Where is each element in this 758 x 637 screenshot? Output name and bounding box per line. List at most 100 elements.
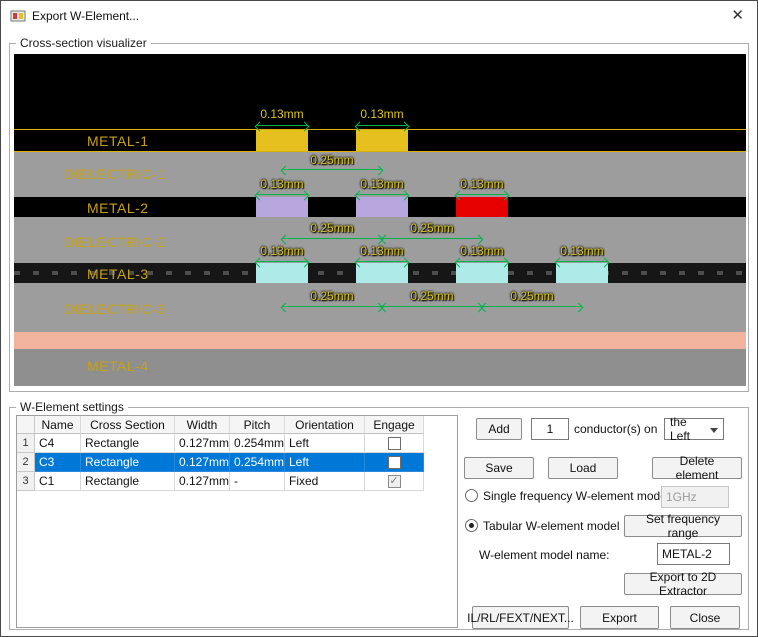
- cell-orientation[interactable]: Fixed: [285, 472, 365, 491]
- column-header-orientation[interactable]: Orientation: [285, 416, 365, 434]
- dimension-label: 0.25mm: [310, 289, 353, 303]
- cell-engage: [365, 434, 424, 453]
- conductor-metal3: [556, 263, 608, 283]
- table-header-row: Name Cross Section Width Pitch Orientati…: [17, 416, 457, 434]
- side-dropdown-value: the Left: [670, 415, 707, 443]
- column-header-engage[interactable]: Engage: [365, 416, 424, 434]
- w-element-settings-group: W-Element settings Name Cross Section Wi…: [9, 407, 749, 630]
- conductors-on-label: conductor(s) on: [574, 422, 657, 436]
- dimension-arrow: [556, 257, 608, 266]
- cell-orientation[interactable]: Left: [285, 453, 365, 472]
- dimension-arrow: [356, 121, 408, 130]
- engage-checkbox-disabled-checked: ✓: [388, 475, 401, 488]
- single-frequency-radio[interactable]: [465, 489, 478, 502]
- dimension-arrow: [256, 121, 308, 130]
- table-row[interactable]: 1 C4 Rectangle 0.127mm 0.254mm Left: [17, 434, 457, 453]
- cell-cross-section[interactable]: Rectangle: [81, 434, 175, 453]
- cell-pitch[interactable]: 0.254mm: [230, 434, 285, 453]
- layer-label-metal-4: METAL-4: [87, 358, 149, 374]
- row-number[interactable]: 2: [17, 453, 35, 472]
- single-frequency-label: Single frequency W-element model: [483, 489, 670, 503]
- export-button[interactable]: Export: [580, 606, 659, 629]
- layer-label-dielectric-2: DIELECTRIC-2: [64, 234, 166, 250]
- chevron-down-icon: [710, 428, 718, 433]
- dimension-arrow: [282, 234, 382, 243]
- engage-checkbox[interactable]: [388, 456, 401, 469]
- w-element-table[interactable]: Name Cross Section Width Pitch Orientati…: [16, 415, 458, 628]
- column-header-name[interactable]: Name: [35, 416, 81, 434]
- cell-cross-section[interactable]: Rectangle: [81, 453, 175, 472]
- add-button[interactable]: Add: [476, 418, 522, 440]
- set-frequency-range-button[interactable]: Set frequency range: [624, 515, 742, 537]
- cell-engage: [365, 453, 424, 472]
- dimension-arrow: [356, 257, 408, 266]
- conductor-count-input[interactable]: [531, 418, 569, 440]
- dimension-arrow: [282, 165, 382, 174]
- frequency-input: [661, 486, 729, 508]
- dimension-arrow: [256, 190, 308, 199]
- model-name-label: W-element model name:: [479, 548, 610, 562]
- tabular-model-radio[interactable]: [465, 519, 478, 532]
- delete-element-button[interactable]: Delete element: [652, 457, 742, 479]
- cross-section-group-label: Cross-section visualizer: [16, 36, 151, 50]
- column-header-cross-section[interactable]: Cross Section: [81, 416, 175, 434]
- engage-checkbox[interactable]: [388, 437, 401, 450]
- cell-cross-section[interactable]: Rectangle: [81, 472, 175, 491]
- dimension-label: 0.25mm: [510, 289, 553, 303]
- layer-label-metal-1: METAL-1: [87, 133, 149, 149]
- dimension-label: 0.13mm: [260, 177, 303, 191]
- layer-label-dielectric-3: DIELECTRIC-3: [64, 301, 166, 317]
- dimension-label: 0.25mm: [410, 289, 453, 303]
- conductor-metal2-highlighted: [456, 197, 508, 217]
- tabular-model-label: Tabular W-element model: [483, 519, 620, 533]
- row-number[interactable]: 1: [17, 434, 35, 453]
- dimension-arrow: [482, 302, 582, 311]
- layer-label-metal-3: METAL-3: [87, 266, 149, 282]
- dimension-label: 0.13mm: [360, 244, 403, 258]
- cell-orientation[interactable]: Left: [285, 434, 365, 453]
- il-rl-fext-next-button[interactable]: IL/RL/FEXT/NEXT...: [472, 606, 569, 629]
- dimension-label: 0.13mm: [460, 244, 503, 258]
- cell-width[interactable]: 0.127mm: [175, 472, 230, 491]
- close-button[interactable]: Close: [670, 606, 740, 629]
- dimension-arrow: [282, 302, 382, 311]
- row-number[interactable]: 3: [17, 472, 35, 491]
- conductor-metal3: [456, 263, 508, 283]
- export-to-2d-extractor-button[interactable]: Export to 2D Extractor: [624, 573, 742, 595]
- table-row[interactable]: 3 C1 Rectangle 0.127mm - Fixed ✓: [17, 472, 457, 491]
- conductor-metal1: [256, 130, 308, 151]
- title-bar[interactable]: Export W-Element... ✕: [1, 1, 757, 31]
- dimension-arrow: [456, 257, 508, 266]
- cell-pitch[interactable]: -: [230, 472, 285, 491]
- dimension-arrow: [456, 190, 508, 199]
- table-row-selected[interactable]: 2 C3 Rectangle 0.127mm 0.254mm Left: [17, 453, 457, 472]
- dimension-arrow: [382, 234, 482, 243]
- app-icon: [10, 8, 26, 24]
- corner-header-cell[interactable]: [17, 416, 35, 434]
- model-name-input[interactable]: [657, 543, 730, 565]
- cross-section-group: Cross-section visualizer METAL-1: [9, 43, 749, 392]
- check-icon: ✓: [389, 476, 398, 487]
- column-header-width[interactable]: Width: [175, 416, 230, 434]
- dimension-arrow: [256, 257, 308, 266]
- cell-pitch[interactable]: 0.254mm: [230, 453, 285, 472]
- cell-width[interactable]: 0.127mm: [175, 434, 230, 453]
- w-element-settings-group-label: W-Element settings: [16, 400, 128, 414]
- cell-width[interactable]: 0.127mm: [175, 453, 230, 472]
- dimension-label: 0.25mm: [410, 221, 453, 235]
- layer-label-dielectric-1: DIELECTRIC-1: [64, 166, 166, 182]
- conductor-metal3: [356, 263, 408, 283]
- side-dropdown[interactable]: the Left: [664, 418, 724, 440]
- save-button[interactable]: Save: [464, 457, 534, 479]
- conductor-metal1: [356, 130, 408, 151]
- dimension-arrow: [382, 302, 482, 311]
- conductor-metal2: [256, 197, 308, 217]
- dimension-label: 0.13mm: [360, 177, 403, 191]
- column-header-pitch[interactable]: Pitch: [230, 416, 285, 434]
- cell-name[interactable]: C1: [35, 472, 81, 491]
- cell-name[interactable]: C4: [35, 434, 81, 453]
- dimension-label: 0.25mm: [310, 221, 353, 235]
- close-icon[interactable]: ✕: [731, 7, 744, 25]
- load-button[interactable]: Load: [548, 457, 618, 479]
- cell-name[interactable]: C3: [35, 453, 81, 472]
